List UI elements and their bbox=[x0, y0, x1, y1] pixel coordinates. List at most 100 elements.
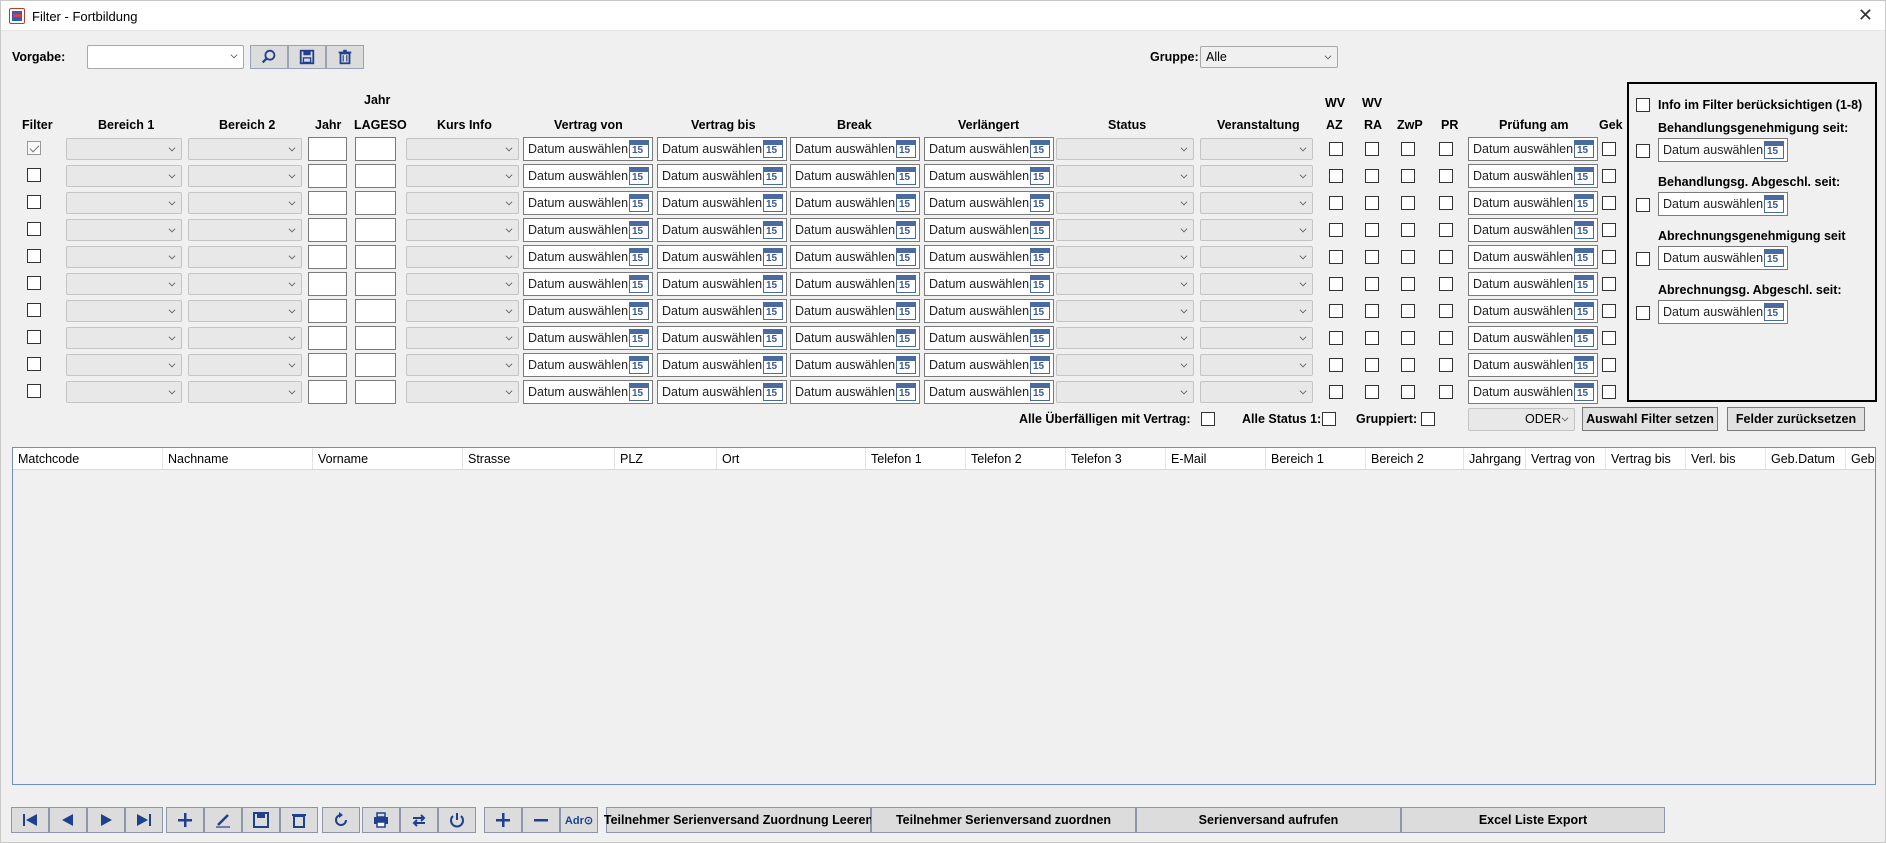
veranstaltung-select[interactable] bbox=[1200, 354, 1313, 376]
pr-checkbox[interactable] bbox=[1439, 358, 1453, 372]
status-select[interactable] bbox=[1056, 192, 1194, 214]
ra-checkbox[interactable] bbox=[1365, 250, 1379, 264]
kurs-info-select[interactable] bbox=[406, 354, 519, 376]
az-checkbox[interactable] bbox=[1329, 277, 1343, 291]
zwp-checkbox[interactable] bbox=[1401, 250, 1415, 264]
calendar-icon[interactable]: 15 bbox=[1574, 221, 1594, 239]
bereich1-select[interactable] bbox=[66, 273, 182, 295]
ra-checkbox[interactable] bbox=[1365, 331, 1379, 345]
calendar-icon[interactable]: 15 bbox=[896, 167, 916, 185]
grid-column-header[interactable]: Bereich 1 bbox=[1266, 448, 1366, 469]
pr-checkbox[interactable] bbox=[1439, 223, 1453, 237]
break-date[interactable]: Datum auswählen 15 bbox=[790, 218, 920, 242]
vertrag-von-date[interactable]: Datum auswählen 15 bbox=[523, 353, 653, 377]
pr-checkbox[interactable] bbox=[1439, 196, 1453, 210]
status-select[interactable] bbox=[1056, 354, 1194, 376]
calendar-icon[interactable]: 15 bbox=[629, 140, 649, 158]
grid-column-header[interactable]: Vertrag von bbox=[1526, 448, 1606, 469]
jahr-input[interactable] bbox=[308, 353, 347, 377]
bereich1-select[interactable] bbox=[66, 165, 182, 187]
kurs-info-select[interactable] bbox=[406, 192, 519, 214]
calendar-icon[interactable]: 15 bbox=[629, 221, 649, 239]
row-filter-checkbox[interactable] bbox=[27, 330, 41, 344]
break-date[interactable]: Datum auswählen 15 bbox=[790, 137, 920, 161]
apply-filter-button[interactable]: Auswahl Filter setzen bbox=[1582, 407, 1718, 431]
ra-checkbox[interactable] bbox=[1365, 142, 1379, 156]
info-checkbox[interactable] bbox=[1636, 98, 1650, 112]
pruefung-am-date[interactable]: Datum auswählen 15 bbox=[1468, 353, 1598, 377]
status-select[interactable] bbox=[1056, 381, 1194, 403]
calendar-icon[interactable]: 15 bbox=[763, 221, 783, 239]
break-date[interactable]: Datum auswählen 15 bbox=[790, 164, 920, 188]
calendar-icon[interactable]: 15 bbox=[1030, 329, 1050, 347]
info-item-4-checkbox[interactable] bbox=[1636, 306, 1650, 320]
previous-record-button[interactable] bbox=[49, 807, 87, 833]
grid-column-header[interactable]: PLZ bbox=[615, 448, 717, 469]
lageso-input[interactable] bbox=[355, 272, 396, 296]
calendar-icon[interactable]: 15 bbox=[1574, 383, 1594, 401]
gek-checkbox[interactable] bbox=[1602, 331, 1616, 345]
pruefung-am-date[interactable]: Datum auswählen 15 bbox=[1468, 137, 1598, 161]
zwp-checkbox[interactable] bbox=[1401, 223, 1415, 237]
bereich1-select[interactable] bbox=[66, 354, 182, 376]
break-date[interactable]: Datum auswählen 15 bbox=[790, 245, 920, 269]
pr-checkbox[interactable] bbox=[1439, 277, 1453, 291]
address-button[interactable]: Adr⊙ bbox=[560, 807, 598, 833]
bereich2-select[interactable] bbox=[188, 354, 302, 376]
alle-ueberfaelligen-checkbox[interactable] bbox=[1201, 412, 1215, 426]
lageso-input[interactable] bbox=[355, 137, 396, 161]
vertrag-von-date[interactable]: Datum auswählen 15 bbox=[523, 380, 653, 404]
calendar-icon[interactable]: 15 bbox=[629, 329, 649, 347]
vertrag-bis-date[interactable]: Datum auswählen 15 bbox=[657, 326, 787, 350]
row-filter-checkbox[interactable] bbox=[27, 168, 41, 182]
reset-fields-button[interactable]: Felder zurücksetzen bbox=[1727, 407, 1865, 431]
veranstaltung-select[interactable] bbox=[1200, 138, 1313, 160]
calendar-icon[interactable]: 15 bbox=[1574, 329, 1594, 347]
calendar-icon[interactable]: 15 bbox=[1574, 194, 1594, 212]
grid-column-header[interactable]: Matchcode bbox=[13, 448, 163, 469]
pruefung-am-date[interactable]: Datum auswählen 15 bbox=[1468, 164, 1598, 188]
veranstaltung-select[interactable] bbox=[1200, 381, 1313, 403]
status-select[interactable] bbox=[1056, 273, 1194, 295]
jahr-input[interactable] bbox=[308, 137, 347, 161]
calendar-icon[interactable]: 15 bbox=[629, 275, 649, 293]
vertrag-von-date[interactable]: Datum auswählen 15 bbox=[523, 299, 653, 323]
pr-checkbox[interactable] bbox=[1439, 331, 1453, 345]
bereich2-select[interactable] bbox=[188, 219, 302, 241]
row-filter-checkbox[interactable] bbox=[27, 303, 41, 317]
gek-checkbox[interactable] bbox=[1602, 304, 1616, 318]
vertrag-von-date[interactable]: Datum auswählen 15 bbox=[523, 272, 653, 296]
grid-column-header[interactable]: Bereich 2 bbox=[1366, 448, 1464, 469]
calendar-icon[interactable]: 15 bbox=[1764, 249, 1784, 267]
jahr-input[interactable] bbox=[308, 191, 347, 215]
vertrag-bis-date[interactable]: Datum auswählen 15 bbox=[657, 380, 787, 404]
gek-checkbox[interactable] bbox=[1602, 385, 1616, 399]
assign-serial-button[interactable]: Teilnehmer Serienversand zuordnen bbox=[871, 807, 1136, 833]
vertrag-von-date[interactable]: Datum auswählen 15 bbox=[523, 218, 653, 242]
ra-checkbox[interactable] bbox=[1365, 358, 1379, 372]
calendar-icon[interactable]: 15 bbox=[1030, 167, 1050, 185]
gek-checkbox[interactable] bbox=[1602, 277, 1616, 291]
info-item-1-date[interactable]: Datum auswählen 15 bbox=[1658, 138, 1788, 162]
lageso-input[interactable] bbox=[355, 245, 396, 269]
pr-checkbox[interactable] bbox=[1439, 304, 1453, 318]
calendar-icon[interactable]: 15 bbox=[896, 356, 916, 374]
bereich1-select[interactable] bbox=[66, 381, 182, 403]
open-serial-button[interactable]: Serienversand aufrufen bbox=[1136, 807, 1401, 833]
grid-column-header[interactable]: Telefon 1 bbox=[866, 448, 966, 469]
calendar-icon[interactable]: 15 bbox=[763, 302, 783, 320]
az-checkbox[interactable] bbox=[1329, 223, 1343, 237]
calendar-icon[interactable]: 15 bbox=[1574, 167, 1594, 185]
print-button[interactable] bbox=[362, 807, 400, 833]
results-grid[interactable]: Matchcode Nachname Vorname Strasse PLZ Ort Tel… bbox=[12, 447, 1876, 785]
zwp-checkbox[interactable] bbox=[1401, 142, 1415, 156]
excel-export-button[interactable]: Excel Liste Export bbox=[1401, 807, 1665, 833]
bereich1-select[interactable] bbox=[66, 192, 182, 214]
vertrag-von-date[interactable]: Datum auswählen 15 bbox=[523, 326, 653, 350]
gek-checkbox[interactable] bbox=[1602, 250, 1616, 264]
kurs-info-select[interactable] bbox=[406, 165, 519, 187]
grid-column-header[interactable]: Vorname bbox=[313, 448, 463, 469]
calendar-icon[interactable]: 15 bbox=[629, 194, 649, 212]
delete-preset-button[interactable] bbox=[326, 45, 364, 69]
calendar-icon[interactable]: 15 bbox=[763, 329, 783, 347]
